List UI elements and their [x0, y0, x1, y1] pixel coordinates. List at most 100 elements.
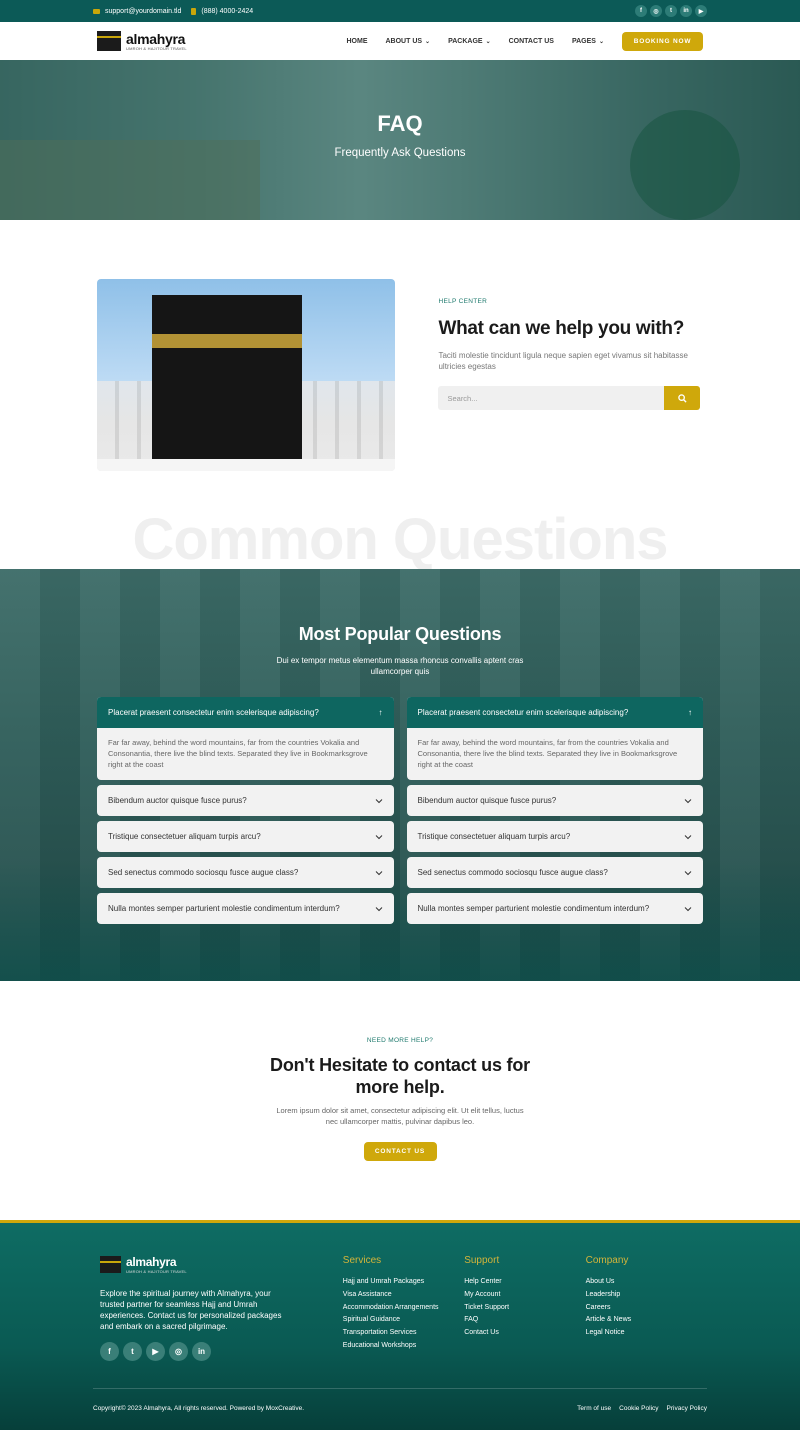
booking-now-button[interactable]: BOOKING NOW [622, 31, 703, 51]
nav-item-label: PACKAGE [448, 37, 483, 45]
search-input[interactable] [438, 386, 664, 410]
faq-title: Most Popular Questions [298, 624, 502, 644]
top-socials: f ◎ t in ▶ [635, 5, 707, 17]
help-search [438, 386, 700, 410]
linkedin-icon[interactable]: in [680, 5, 692, 17]
mail-icon [93, 8, 100, 14]
top-email[interactable]: support@yourdomain.tld [93, 8, 181, 15]
kaaba-logo-icon [97, 31, 121, 51]
help-eyebrow: HELP CENTER [438, 298, 488, 305]
footer-link[interactable]: About Us [586, 1276, 707, 1289]
footer-link[interactable]: FAQ [464, 1314, 585, 1327]
footer-link[interactable]: Article & News [586, 1314, 707, 1327]
facebook-icon[interactable]: f [635, 5, 647, 17]
faq-question: Nulla montes semper parturient molestie … [417, 904, 650, 913]
footer-link[interactable]: Accommodation Arrangements [343, 1302, 464, 1315]
kaaba-logo-icon [100, 1256, 121, 1273]
chevron-down-icon [684, 798, 692, 803]
faq-subtitle: Dui ex tempor metus elementum massa rhon… [276, 656, 524, 676]
faq-question-toggle[interactable]: Placerat praesent consectetur enim scele… [406, 697, 703, 728]
footer-about: Explore the spiritual journey with Almah… [100, 1289, 282, 1331]
faq-item[interactable]: Bibendum auctor quisque fusce purus? [406, 785, 703, 816]
nav-item-contact-us[interactable]: CONTACT US [509, 38, 554, 45]
arrow-up-icon: ↑ [378, 708, 383, 717]
twitter-icon[interactable]: t [123, 1342, 142, 1361]
nav-item-home[interactable]: HOME [346, 38, 367, 45]
faq-item[interactable]: Nulla montes semper parturient molestie … [406, 893, 703, 924]
nav-item-about-us[interactable]: ABOUT US ⌄ [385, 38, 430, 45]
chevron-down-icon [375, 834, 382, 839]
site-footer: almahyra UMROH & HAJITOUR TRAVEL Explore… [0, 1220, 800, 1430]
faq-item[interactable]: Tristique consectetuer aliquam turpis ar… [406, 821, 703, 852]
faq-item[interactable]: Nulla montes semper parturient molestie … [97, 893, 394, 924]
faq-item[interactable]: Bibendum auctor quisque fusce purus? [97, 785, 394, 816]
legal-link-terms[interactable]: Term of use [577, 1405, 611, 1412]
legal-link-privacy[interactable]: Privacy Policy [667, 1405, 707, 1412]
arrow-up-icon: ↑ [688, 708, 692, 717]
nav-item-label: PAGES [571, 37, 596, 45]
contact-us-button[interactable]: CONTACT US [363, 1142, 437, 1161]
faq-item[interactable]: Tristique consectetuer aliquam turpis ar… [97, 821, 394, 852]
youtube-icon[interactable]: ▶ [695, 5, 707, 17]
footer-link[interactable]: Help Center [464, 1276, 585, 1289]
footer-logo[interactable]: almahyra UMROH & HAJITOUR TRAVEL [100, 1255, 343, 1274]
nav-item-package[interactable]: PACKAGE ⌄ [448, 38, 491, 45]
phone-icon [191, 7, 197, 15]
footer-link[interactable]: Visa Assistance [343, 1289, 464, 1302]
copyright-text: Copyright© 2023 Almahyra, All rights res… [93, 1405, 305, 1412]
chevron-down-icon [684, 834, 692, 839]
legal-links: Term of use Cookie Policy Privacy Policy [577, 1405, 707, 1412]
contact-description: Lorem ipsum dolor sit amet, consectetur … [276, 1106, 524, 1126]
faq-question: Bibendum auctor quisque fusce purus? [417, 796, 557, 805]
page-title: FAQ [377, 111, 423, 136]
footer-link[interactable]: My Account [464, 1289, 585, 1302]
search-button[interactable] [664, 386, 700, 410]
search-icon [677, 393, 687, 403]
footer-logo-name: almahyra [126, 1255, 177, 1269]
instagram-icon[interactable]: ◎ [650, 5, 662, 17]
footer-link[interactable]: Educational Workshops [343, 1340, 464, 1353]
help-title: What can we help you with? [438, 318, 685, 339]
nav-item-pages[interactable]: PAGES ⌄ [572, 38, 604, 45]
footer-logo-tagline: UMROH & HAJITOUR TRAVEL [126, 1269, 187, 1274]
faq-question: Tristique consectetuer aliquam turpis ar… [417, 832, 571, 841]
footer-link[interactable]: Spiritual Guidance [343, 1314, 464, 1327]
chevron-down-icon [375, 870, 382, 875]
facebook-icon[interactable]: f [100, 1342, 119, 1361]
faq-column-right: Placerat praesent consectetur enim scele… [406, 697, 703, 924]
footer-link[interactable]: Leadership [586, 1289, 707, 1302]
faq-item[interactable]: Sed senectus commodo sociosqu fusce augu… [406, 857, 703, 888]
footer-link[interactable]: Transportation Services [343, 1327, 464, 1340]
faq-question-toggle[interactable]: Placerat praesent consectetur enim scele… [97, 697, 394, 728]
help-center-section: HELP CENTER What can we help you with? T… [0, 220, 800, 570]
site-logo[interactable]: almahyra UMROH & HAJITOUR TRAVEL [97, 31, 187, 51]
faq-question: Tristique consectetuer aliquam turpis ar… [108, 832, 261, 841]
footer-link[interactable]: Ticket Support [464, 1302, 585, 1315]
nav-item-label: CONTACT US [508, 37, 554, 45]
chevron-down-icon: ⌄ [425, 38, 431, 45]
twitter-icon[interactable]: t [665, 5, 677, 17]
youtube-icon[interactable]: ▶ [146, 1342, 165, 1361]
faq-question: Sed senectus commodo sociosqu fusce augu… [108, 868, 299, 877]
top-phone[interactable]: (888) 4000-2424 [191, 7, 253, 15]
hero-banner: FAQ Frequently Ask Questions [0, 60, 800, 220]
contact-cta-section: NEED MORE HELP? Don't Hesitate to contac… [0, 981, 800, 1220]
footer-column-title: Services [342, 1255, 382, 1266]
footer-services: Services Hajj and Umrah Packages Visa As… [343, 1255, 464, 1361]
faq-answer: Far far away, behind the word mountains,… [108, 738, 368, 769]
faq-item[interactable]: Sed senectus commodo sociosqu fusce augu… [97, 857, 394, 888]
instagram-icon[interactable]: ◎ [169, 1342, 188, 1361]
contact-title: Don't Hesitate to contact us for more he… [270, 1055, 530, 1097]
footer-link[interactable]: Contact Us [464, 1327, 585, 1340]
footer-brand: almahyra UMROH & HAJITOUR TRAVEL Explore… [100, 1255, 343, 1361]
faq-answer: Far far away, behind the word mountains,… [417, 738, 678, 769]
footer-link[interactable]: Legal Notice [586, 1327, 707, 1340]
logo-tagline: UMROH & HAJITOUR TRAVEL [126, 45, 187, 51]
common-questions-watermark: Common Questions [132, 510, 668, 570]
footer-link[interactable]: Careers [586, 1302, 707, 1315]
footer-column-title: Support [464, 1255, 500, 1266]
faq-question: Nulla montes semper parturient molestie … [108, 904, 340, 913]
footer-link[interactable]: Hajj and Umrah Packages [343, 1276, 464, 1289]
legal-link-cookie[interactable]: Cookie Policy [619, 1405, 658, 1412]
linkedin-icon[interactable]: in [192, 1342, 211, 1361]
